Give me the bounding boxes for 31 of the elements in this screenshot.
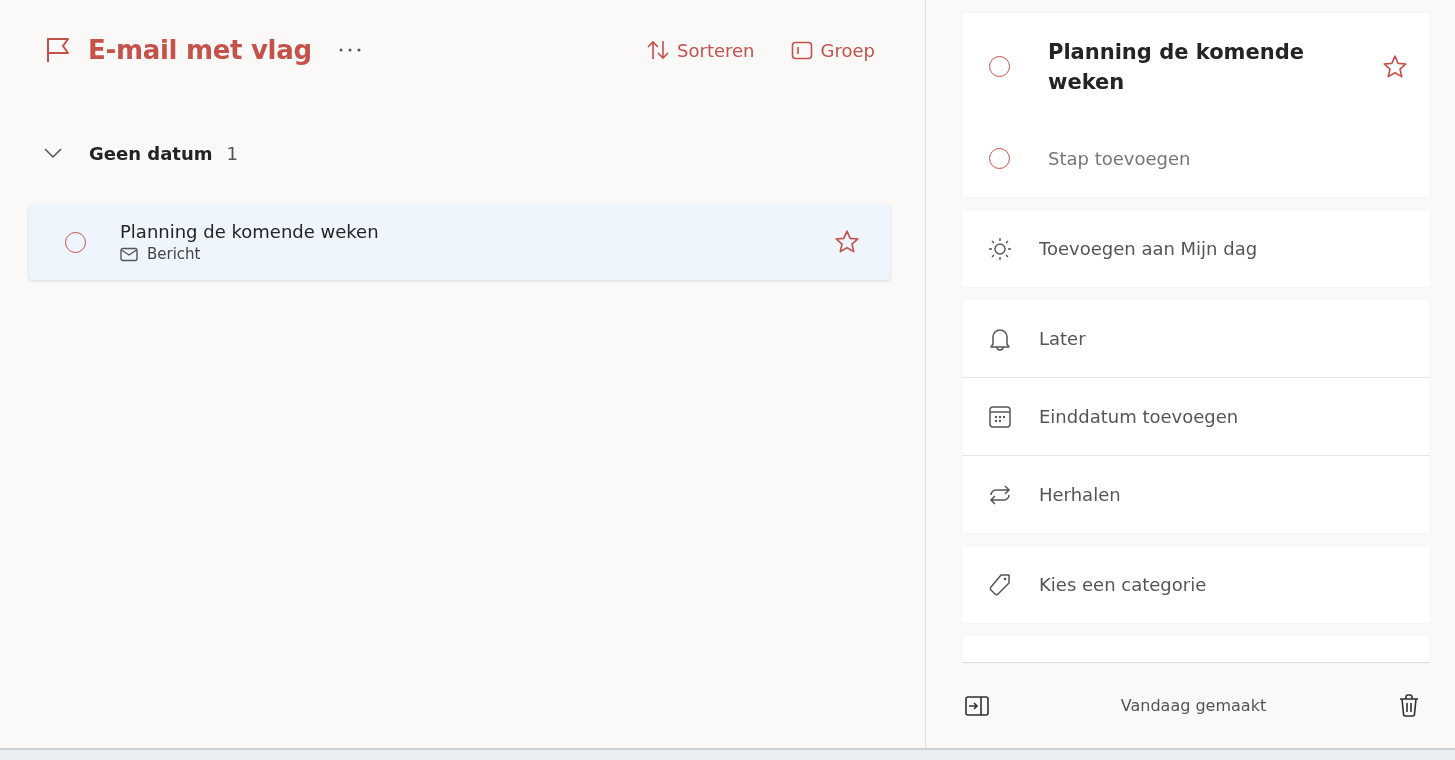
bell-icon[interactable]: [988, 326, 1012, 351]
option-item[interactable]: Einddatum toevoegen: [1039, 406, 1239, 427]
flag-icon: [44, 36, 72, 64]
repeat-icon[interactable]: [988, 482, 1012, 507]
envelope-icon: [120, 246, 138, 262]
list-title: E-mail met vlag: [88, 35, 312, 65]
sort-button[interactable]: Sorteren: [647, 39, 755, 61]
calendar-icon[interactable]: [988, 404, 1012, 429]
created-date: Vandaag gemaakt: [1120, 696, 1267, 715]
task-title: Planning de komende weken: [120, 221, 380, 242]
step-input[interactable]: Stap toevoegen: [1048, 148, 1408, 169]
option-item[interactable]: Later: [1039, 328, 1086, 349]
task-row[interactable]: Planning de komende weken Bericht: [29, 204, 890, 280]
sun-icon[interactable]: [988, 236, 1012, 261]
group-heading: Geen datum: [89, 142, 213, 164]
option-item[interactable]: Toevoegen aan Mijn dag: [1039, 238, 1258, 259]
chevron-icon[interactable]: [44, 148, 62, 158]
group-button[interactable]: Groep: [790, 39, 875, 61]
trash-icon[interactable]: [1398, 694, 1420, 717]
option-item[interactable]: Kies een categorie: [1039, 574, 1207, 595]
sort-icon: [647, 39, 670, 61]
group-icon: [790, 39, 813, 61]
star-icon[interactable]: [1382, 53, 1408, 80]
star-icon[interactable]: [834, 229, 860, 255]
task-detail-title: Planning de komende weken: [1048, 38, 1305, 96]
option-item[interactable]: Herhalen: [1039, 484, 1121, 505]
panel-icon[interactable]: [965, 695, 989, 716]
tag-icon[interactable]: [988, 572, 1012, 597]
task-source: Bericht: [147, 245, 201, 263]
more-icon[interactable]: [337, 47, 362, 53]
task-count: 1: [226, 142, 238, 164]
